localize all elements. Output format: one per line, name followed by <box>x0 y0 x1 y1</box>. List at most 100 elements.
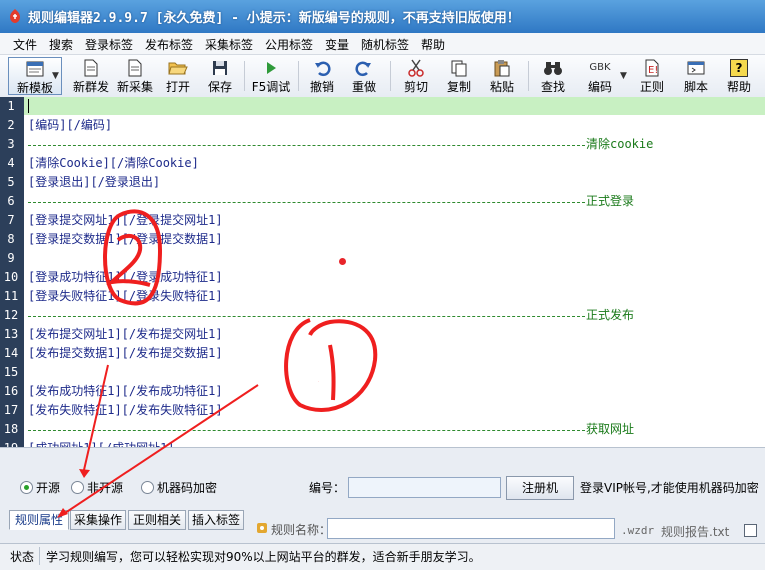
line-number: 11 <box>3 289 19 303</box>
toolbar-separator <box>244 61 245 91</box>
menu-help[interactable]: 帮助 <box>421 36 445 53</box>
script-button[interactable]: 脚本 <box>678 57 714 95</box>
menu-collect-tags[interactable]: 采集标签 <box>205 36 253 53</box>
open-button[interactable]: 打开 <box>160 57 196 95</box>
line-number: 5 <box>7 175 15 189</box>
undo-icon <box>315 61 331 77</box>
radio-open-source[interactable]: 开源 <box>20 479 60 496</box>
editor-line[interactable]: 18 获取网址 <box>0 420 765 439</box>
document-icon <box>84 59 98 77</box>
cut-button[interactable]: 剪切 <box>398 57 434 95</box>
report-checkbox[interactable] <box>744 524 757 537</box>
code-text: [登录提交网址1][/登录提交网址1] <box>28 213 223 227</box>
editor-line[interactable]: 19 [成功网址1][/成功网址1] <box>0 439 765 447</box>
menu-search[interactable]: 搜索 <box>49 36 73 53</box>
tab-insert-tags[interactable]: 插入标签 <box>188 510 244 530</box>
menu-publish-tags[interactable]: 发布标签 <box>145 36 193 53</box>
encoding-button[interactable]: GBK 编码 <box>580 57 620 95</box>
copy-label: 复制 <box>446 80 471 94</box>
window-title: 规则编辑器2.9.9.7 [永久免费] - 小提示：新版编号的规则，不再支持旧版… <box>28 11 520 26</box>
svg-text:E!: E! <box>648 65 658 76</box>
report-label: 规则报告.txt <box>661 525 730 539</box>
radio-machine-code[interactable]: 机器码加密 <box>141 479 217 496</box>
line-number: 4 <box>7 156 15 170</box>
find-button[interactable]: 查找 <box>535 57 571 95</box>
line-number: 3 <box>7 137 15 151</box>
f5-debug-label: F5调试 <box>251 80 291 94</box>
app-logo-icon <box>10 9 20 23</box>
tab-collect-operations[interactable]: 采集操作 <box>70 510 126 530</box>
new-template-icon <box>26 61 44 77</box>
redo-button[interactable]: 重做 <box>346 57 382 95</box>
radio-unchecked-icon <box>141 481 154 494</box>
rule-name-label: 规则名称： <box>271 523 332 537</box>
chevron-down-icon[interactable]: ▼ <box>620 71 627 81</box>
save-label: 保存 <box>207 80 232 94</box>
cut-label: 剪切 <box>403 80 428 94</box>
section-divider <box>28 430 585 431</box>
editor-line[interactable]: 3 清除cookie <box>0 135 765 154</box>
editor-line[interactable]: 16 [发布成功特征1][/发布成功特征1] <box>0 382 765 401</box>
code-text: [编码][/编码] <box>28 118 113 132</box>
line-number: 2 <box>7 118 15 132</box>
editor-line[interactable]: 9 <box>0 249 765 268</box>
number-input[interactable] <box>348 477 501 498</box>
editor-line[interactable]: 7 [登录提交网址1][/登录提交网址1] <box>0 211 765 230</box>
menu-random-tags[interactable]: 随机标签 <box>361 36 409 53</box>
tab-rule-properties[interactable]: 规则属性 <box>9 510 69 530</box>
red-dot-mark <box>339 258 346 265</box>
code-text: [清除Cookie][/清除Cookie] <box>28 156 199 170</box>
menu-variables[interactable]: 变量 <box>325 36 349 53</box>
new-broadcast-button[interactable]: 新群发 <box>70 57 112 95</box>
menu-common-tags[interactable]: 公用标签 <box>265 36 313 53</box>
menu-file[interactable]: 文件 <box>13 36 37 53</box>
register-button[interactable]: 注册机 <box>506 476 574 500</box>
editor-line[interactable]: 4 [清除Cookie][/清除Cookie] <box>0 154 765 173</box>
new-collect-button[interactable]: 新采集 <box>114 57 156 95</box>
editor-line[interactable]: 11 [登录失败特征1][/登录失败特征1] <box>0 287 765 306</box>
code-editor[interactable]: 1 2 [编码][/编码] 3 清除cookie 4 [清除Cookie][/清除Cooki… <box>0 97 765 447</box>
paste-label: 粘贴 <box>489 80 514 94</box>
play-icon <box>267 62 276 74</box>
help-icon: ? <box>730 59 748 77</box>
binoculars-icon <box>544 62 562 75</box>
help-label: 帮助 <box>726 80 751 94</box>
status-bar: 状态 学习规则编写，您可以轻松实现对90%以上网站平台的群发，适合新手朋友学习。 <box>0 543 765 570</box>
editor-line[interactable]: 5 [登录退出][/登录退出] <box>0 173 765 192</box>
undo-button[interactable]: 撤销 <box>304 57 340 95</box>
regex-label: 正则 <box>639 80 664 94</box>
section-divider <box>28 145 585 146</box>
regex-button[interactable]: E! 正则 <box>634 57 670 95</box>
editor-line[interactable]: 12 正式发布 <box>0 306 765 325</box>
menu-bar: 文件 搜索 登录标签 发布标签 采集标签 公用标签 变量 随机标签 帮助 <box>0 33 765 55</box>
code-text: [发布提交数据1][/发布提交数据1] <box>28 346 223 360</box>
chevron-down-icon[interactable]: ▼ <box>52 71 59 81</box>
radio-closed-source-label: 非开源 <box>87 481 124 495</box>
save-button[interactable]: 保存 <box>202 57 238 95</box>
new-broadcast-label: 新群发 <box>72 80 109 94</box>
editor-line[interactable]: 10 [登录成功特征1][/登录成功特征1] <box>0 268 765 287</box>
code-text: [登录成功特征1][/登录成功特征1] <box>28 270 223 284</box>
document-icon <box>128 59 142 77</box>
redo-label: 重做 <box>351 80 376 94</box>
help-button[interactable]: ? 帮助 <box>721 57 757 95</box>
menu-login-tags[interactable]: 登录标签 <box>85 36 133 53</box>
copy-button[interactable]: 复制 <box>441 57 477 95</box>
encoding-label: 编码 <box>587 80 612 94</box>
rule-name-input[interactable] <box>327 518 615 539</box>
paste-button[interactable]: 粘贴 <box>484 57 520 95</box>
tab-regex[interactable]: 正则相关 <box>128 510 186 530</box>
editor-line[interactable]: 6 正式登录 <box>0 192 765 211</box>
line-number: 15 <box>3 365 19 379</box>
section-label: 清除cookie <box>586 137 654 151</box>
regex-icon: E! <box>645 59 659 77</box>
editor-line[interactable]: 13 [发布提交网址1][/发布提交网址1] <box>0 325 765 344</box>
editor-line[interactable]: 17 [发布失败特征1][/发布失败特征1] <box>0 401 765 420</box>
editor-line[interactable]: 1 <box>0 97 765 116</box>
editor-line[interactable]: 2 [编码][/编码] <box>0 116 765 135</box>
editor-line[interactable]: 15 <box>0 363 765 382</box>
f5-debug-button[interactable]: F5调试 <box>250 57 292 95</box>
radio-closed-source[interactable]: 非开源 <box>71 479 123 496</box>
editor-line[interactable]: 14 [发布提交数据1][/发布提交数据1] <box>0 344 765 363</box>
editor-line[interactable]: 8 [登录提交数据1][/登录提交数据1] <box>0 230 765 249</box>
